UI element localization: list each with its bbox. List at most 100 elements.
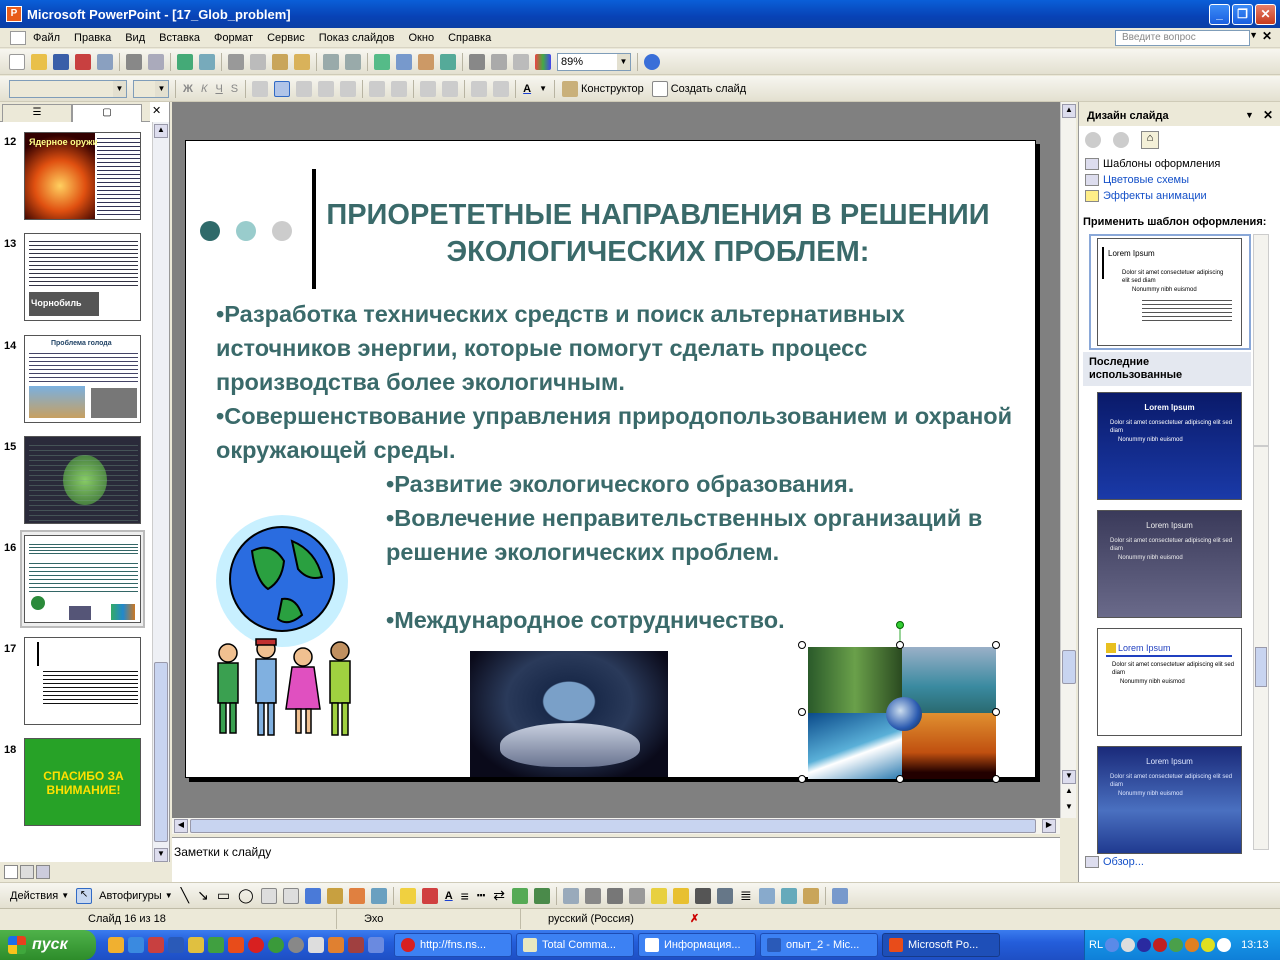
maximize-button[interactable]: ❐ — [1232, 3, 1253, 25]
bluetooth-icon[interactable] — [1137, 938, 1152, 952]
slide-thumb-18[interactable]: СПАСИБО ЗА ВНИМАНИЕ! — [24, 738, 141, 826]
help-icon[interactable] — [644, 53, 660, 70]
close-icon[interactable]: ✕ — [1263, 108, 1273, 122]
powerpoint-icon[interactable] — [228, 937, 244, 953]
format-painter-icon[interactable] — [294, 53, 310, 70]
excel-icon[interactable] — [208, 937, 224, 953]
align-left-icon[interactable] — [252, 80, 269, 97]
font-size-combo[interactable]: ▼ — [133, 79, 169, 98]
font-color-icon[interactable]: A — [445, 890, 453, 902]
burn-icon[interactable] — [328, 937, 344, 953]
designs-scrollbar[interactable] — [1253, 446, 1269, 850]
bold-button[interactable]: Ж — [183, 83, 193, 95]
task-information[interactable]: Информация... — [638, 933, 756, 957]
less-brightness-icon[interactable] — [673, 887, 690, 904]
insert-picture-icon[interactable] — [563, 887, 580, 904]
chevron-down-icon[interactable]: ▼ — [1245, 110, 1254, 120]
scroll-up-icon[interactable]: ▲ — [154, 124, 168, 138]
task-powerpoint[interactable]: Microsoft Po... — [882, 933, 1000, 957]
design-template-current[interactable]: Lorem Ipsum Dolor sit amet consectetuer … — [1097, 238, 1242, 346]
picture-icon[interactable] — [370, 887, 387, 904]
show-formatting-icon[interactable] — [491, 53, 507, 70]
design-template-3[interactable]: Lorem Ipsum Dolor sit amet consectetuer … — [1097, 628, 1242, 736]
increase-font-icon[interactable] — [420, 80, 437, 97]
desktop-icon[interactable] — [368, 937, 384, 953]
slide-thumb-15[interactable] — [24, 436, 141, 524]
menu-help[interactable]: Справка — [441, 32, 498, 44]
powerpoint-icon[interactable]: P — [6, 6, 22, 22]
slide-thumb-14[interactable]: Проблема голода — [24, 335, 141, 423]
justify-icon[interactable] — [318, 80, 335, 97]
tray-icon[interactable] — [1105, 938, 1120, 952]
permission-icon[interactable] — [75, 53, 91, 70]
hands-earth-photo[interactable] — [470, 651, 668, 777]
crop-icon[interactable] — [695, 887, 712, 904]
design-template-1[interactable]: Lorem Ipsum Dolor sit amet consectetuer … — [1097, 392, 1242, 500]
back-icon[interactable] — [1085, 132, 1101, 148]
color-grayscale-icon[interactable] — [535, 53, 551, 70]
link-animation-schemes[interactable]: Эффекты анимации — [1085, 190, 1207, 202]
task-total-commander[interactable]: Total Comma... — [516, 933, 634, 957]
thumbs-scrollbar[interactable]: ▲ ▼ — [152, 122, 169, 862]
scroll-up-icon[interactable]: ▲ — [1062, 104, 1076, 118]
slide-thumb-17[interactable] — [24, 637, 141, 725]
actions-menu[interactable]: Действия ▼ — [10, 890, 69, 902]
shadow-button[interactable]: S — [231, 83, 238, 95]
scroll-thumb[interactable] — [154, 662, 168, 842]
scroll-left-icon[interactable]: ◀ — [174, 819, 188, 833]
font-combo[interactable]: ▼ — [9, 79, 127, 98]
compress-icon[interactable] — [758, 887, 775, 904]
shadow-icon[interactable] — [512, 887, 529, 904]
next-slide-icon[interactable]: ▼ — [1062, 802, 1076, 816]
line-style-icon[interactable]: ≡ — [461, 888, 469, 904]
ie-icon[interactable] — [128, 937, 144, 953]
transparent-color-icon[interactable] — [802, 887, 819, 904]
sorter-view-icon[interactable] — [20, 865, 34, 879]
media-player-icon[interactable] — [288, 937, 304, 953]
menu-tools[interactable]: Сервис — [260, 32, 312, 44]
insert-hyperlink-icon[interactable] — [440, 53, 456, 70]
task-word[interactable]: опыт_2 - Mic... — [760, 933, 878, 957]
open-icon[interactable] — [31, 53, 47, 70]
volume-icon[interactable] — [1217, 938, 1232, 952]
decrease-font-icon[interactable] — [442, 80, 459, 97]
print-icon[interactable] — [126, 53, 142, 70]
wordart-icon[interactable] — [304, 887, 321, 904]
tray-icon[interactable] — [1185, 938, 1200, 952]
menu-view[interactable]: Вид — [118, 32, 152, 44]
insert-table-icon[interactable] — [396, 53, 412, 70]
quicklaunch-icon[interactable] — [108, 937, 124, 953]
opera-icon[interactable] — [248, 937, 264, 953]
start-button[interactable]: пуск — [0, 930, 96, 960]
zoom-combo[interactable]: 89% ▼ — [557, 52, 631, 71]
scroll-thumb[interactable] — [1062, 650, 1076, 684]
tab-slides[interactable]: ▢ — [72, 104, 142, 122]
tables-borders-icon[interactable] — [418, 53, 434, 70]
slideshow-view-icon[interactable] — [36, 865, 50, 879]
arrow-style-icon[interactable]: ⇄ — [493, 887, 505, 904]
research-icon[interactable] — [199, 53, 215, 70]
expand-icon[interactable] — [469, 53, 485, 70]
tray-icon[interactable] — [1121, 938, 1136, 952]
line-color-icon[interactable] — [421, 887, 438, 904]
3d-icon[interactable] — [534, 887, 551, 904]
cut-icon[interactable] — [228, 53, 244, 70]
dash-style-icon[interactable]: ┅ — [477, 887, 485, 904]
slide-scrollbar[interactable]: ▲ ▼ ▲ ▼ — [1060, 102, 1076, 818]
selection-handles[interactable] — [794, 621, 1004, 783]
new-icon[interactable] — [9, 53, 25, 70]
tab-outline[interactable]: ☰ — [2, 104, 72, 122]
tray-icon[interactable] — [1201, 938, 1216, 952]
save-icon[interactable] — [53, 53, 69, 70]
scroll-thumb[interactable] — [190, 819, 1036, 833]
ask-dropdown-icon[interactable]: ▼ — [1249, 30, 1258, 40]
link-color-schemes[interactable]: Цветовые схемы — [1085, 174, 1189, 186]
slide-title[interactable]: ПРИОРЕТЕТНЫЕ НАПРАВЛЕНИЯ В РЕШЕНИИ ЭКОЛО… — [318, 197, 998, 271]
more-brightness-icon[interactable] — [651, 887, 668, 904]
vertical-textbox-icon[interactable] — [282, 887, 299, 904]
minimize-button[interactable]: _ — [1209, 3, 1230, 25]
word-icon[interactable] — [168, 937, 184, 953]
decrease-indent-icon[interactable] — [471, 80, 488, 97]
autoshapes-menu[interactable]: Автофигуры ▼ — [99, 890, 173, 902]
menu-edit[interactable]: Правка — [67, 32, 118, 44]
